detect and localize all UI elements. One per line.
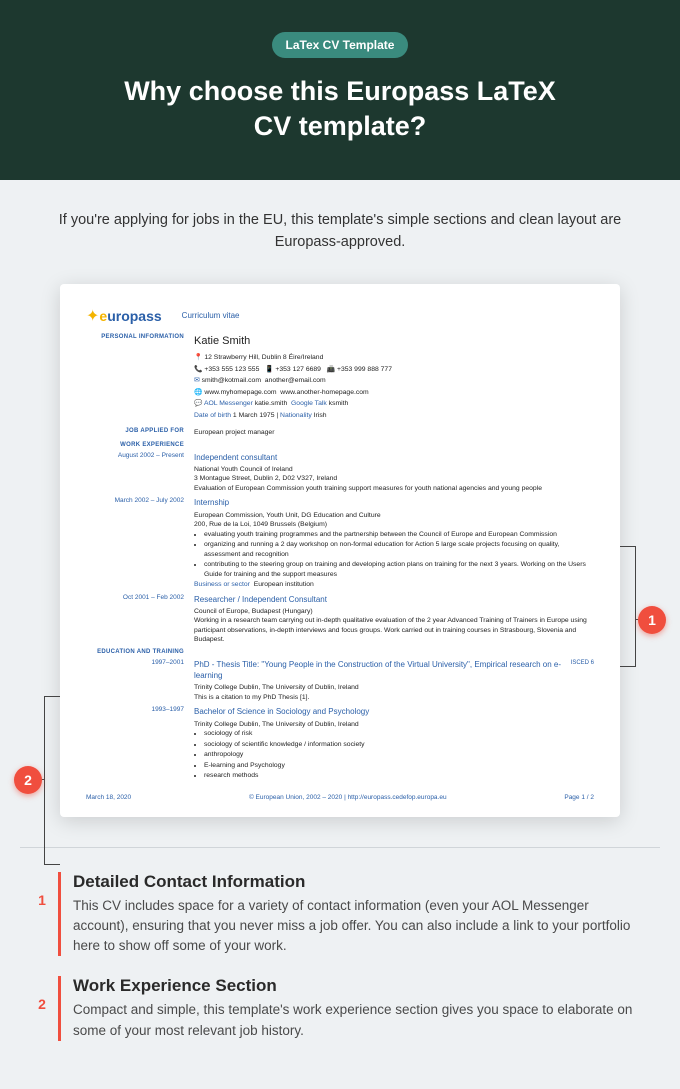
exp2-addr: 200, Rue de la Loi, 1049 Brussels (Belgi… bbox=[194, 520, 594, 530]
edu2-org: Trinity College Dublin, The University o… bbox=[194, 720, 594, 730]
sector-label: Business or sector bbox=[194, 581, 250, 588]
edu1-note: This is a citation to my PhD Thesis [1]. bbox=[194, 693, 594, 703]
header: LaTex CV Template Why choose this Europa… bbox=[0, 0, 680, 180]
email-icon: ✉ bbox=[194, 377, 200, 384]
intro-text: If you're applying for jobs in the EU, t… bbox=[0, 180, 680, 274]
phone-icon: 📞 bbox=[194, 366, 202, 373]
im-label1: AOL Messenger bbox=[204, 400, 253, 407]
cv-address: 12 Strawberry Hill, Dublin 8 Éire/Irelan… bbox=[204, 354, 323, 361]
web2: www.another-homepage.com bbox=[280, 389, 368, 396]
pin-icon: 📍 bbox=[194, 354, 202, 361]
connector-line bbox=[44, 696, 60, 697]
im-label2: Google Talk bbox=[291, 400, 327, 407]
email2: another@email.com bbox=[265, 377, 326, 384]
footer-date: March 18, 2020 bbox=[86, 794, 131, 801]
isced-level: ISCED 6 bbox=[571, 659, 594, 667]
im2: ksmith bbox=[329, 400, 349, 407]
nat-label: Nationality bbox=[280, 412, 312, 419]
cv-name: Katie Smith bbox=[194, 334, 594, 349]
feature-number: 1 bbox=[32, 872, 52, 957]
exp2-b1: evaluating youth training programmes and… bbox=[204, 530, 594, 540]
exp2-org: European Commission, Youth Unit, DG Educ… bbox=[194, 511, 594, 521]
exp1-org: National Youth Council of Ireland bbox=[194, 465, 594, 475]
im1: katie.smith bbox=[255, 400, 287, 407]
exp1-desc: Evaluation of European Commission youth … bbox=[194, 484, 594, 494]
feature-bar bbox=[58, 976, 61, 1041]
edu2-b1: sociology of risk bbox=[204, 729, 594, 739]
callout-badge-1: 1 bbox=[638, 606, 666, 634]
exp2-dates: March 2002 – July 2002 bbox=[86, 497, 194, 589]
title-line-2: CV template? bbox=[254, 111, 427, 141]
edu2-b2: sociology of scientific knowledge / info… bbox=[204, 740, 594, 750]
connector-line bbox=[44, 864, 60, 865]
europass-logo: ✦ europass bbox=[86, 306, 162, 326]
feature-number: 2 bbox=[32, 976, 52, 1041]
exp2-b3: contributing to the steering group on tr… bbox=[204, 560, 594, 579]
title-line-1: Why choose this Europass LaTeX bbox=[124, 76, 556, 106]
connector-line bbox=[620, 666, 636, 667]
star-icon: ✦ bbox=[86, 306, 99, 326]
section-job-applied: JOB APPLIED FOR bbox=[86, 428, 194, 438]
feature-item: 1 Detailed Contact Information This CV i… bbox=[32, 872, 648, 957]
exp2-title: Internship bbox=[194, 497, 594, 508]
connector-line bbox=[620, 546, 636, 547]
exp1-title: Independent consultant bbox=[194, 452, 594, 463]
exp1-addr: 3 Montague Street, Dublin 2, D02 V327, I… bbox=[194, 474, 594, 484]
im-icon: 💬 bbox=[194, 400, 202, 407]
dob: 1 March 1975 bbox=[233, 412, 275, 419]
feature-bar bbox=[58, 872, 61, 957]
phone-icon: 📱 bbox=[265, 366, 273, 373]
footer-page: Page 1 / 2 bbox=[564, 794, 594, 801]
connector-line bbox=[44, 696, 45, 864]
section-personal-info: PERSONAL INFORMATION bbox=[86, 334, 194, 422]
edu2-title: Bachelor of Science in Sociology and Psy… bbox=[194, 706, 594, 717]
exp3-dates: Oct 2001 – Feb 2002 bbox=[86, 594, 194, 645]
nat: Irish bbox=[314, 412, 327, 419]
sector: European institution bbox=[254, 581, 314, 588]
category-badge: LaTex CV Template bbox=[272, 32, 409, 58]
feature-text: Compact and simple, this template's work… bbox=[73, 1000, 648, 1041]
job-title: European project manager bbox=[194, 428, 594, 438]
exp2-b2: organizing and running a 2 day workshop … bbox=[204, 540, 594, 559]
feature-list: 1 Detailed Contact Information This CV i… bbox=[0, 848, 680, 1089]
preview-area: ✦ europass Curriculum vitae PERSONAL INF… bbox=[0, 274, 680, 847]
feature-title: Detailed Contact Information bbox=[73, 872, 648, 892]
section-edu: EDUCATION AND TRAINING bbox=[86, 649, 194, 655]
edu1-org: Trinity College Dublin, The University o… bbox=[194, 683, 594, 693]
logo-rest: uropass bbox=[107, 308, 161, 324]
edu2-b3: anthropology bbox=[204, 750, 594, 760]
web1: www.myhomepage.com bbox=[204, 389, 276, 396]
exp3-title: Researcher / Independent Consultant bbox=[194, 594, 594, 605]
edu1-title: ISCED 6PhD - Thesis Title: "Young People… bbox=[194, 659, 594, 681]
doc-label: Curriculum vitae bbox=[182, 311, 240, 320]
edu2-b5: research methods bbox=[204, 771, 594, 781]
exp3-desc: Working in a research team carrying out … bbox=[194, 616, 594, 645]
edu2-b4: E-learning and Psychology bbox=[204, 761, 594, 771]
phone1: +353 555 123 555 bbox=[204, 366, 259, 373]
dob-label: Date of birth bbox=[194, 412, 231, 419]
feature-item: 2 Work Experience Section Compact and si… bbox=[32, 976, 648, 1041]
feature-title: Work Experience Section bbox=[73, 976, 648, 996]
exp3-org: Council of Europe, Budapest (Hungary) bbox=[194, 607, 594, 617]
web-icon: 🌐 bbox=[194, 389, 202, 396]
footer-copy: © European Union, 2002 – 2020 | http://e… bbox=[249, 794, 447, 801]
fax-icon: 📠 bbox=[327, 366, 335, 373]
callout-badge-2: 2 bbox=[14, 766, 42, 794]
phone2: +353 127 6689 bbox=[275, 366, 321, 373]
feature-text: This CV includes space for a variety of … bbox=[73, 896, 648, 957]
page-title: Why choose this Europass LaTeX CV templa… bbox=[20, 74, 660, 144]
exp1-dates: August 2002 – Present bbox=[86, 452, 194, 494]
edu2-dates: 1993–1997 bbox=[86, 706, 194, 781]
section-work-exp: WORK EXPERIENCE bbox=[86, 442, 194, 448]
email1: smith@kotmail.com bbox=[202, 377, 261, 384]
cv-preview: ✦ europass Curriculum vitae PERSONAL INF… bbox=[60, 284, 620, 817]
phone3: +353 999 888 777 bbox=[337, 366, 392, 373]
connector-line bbox=[635, 546, 636, 666]
edu1-dates: 1997–2001 bbox=[86, 659, 194, 702]
